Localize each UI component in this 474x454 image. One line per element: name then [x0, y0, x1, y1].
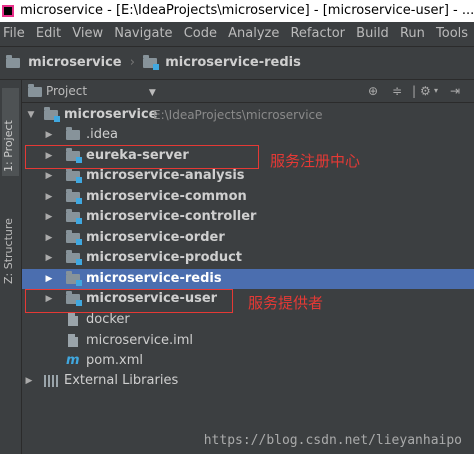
highlight-box-eureka: [25, 145, 259, 169]
maven-icon: m: [66, 353, 80, 368]
breadcrumb-label: microservice: [28, 55, 122, 70]
breadcrumb-microservice-redis[interactable]: microservice-redis: [143, 54, 301, 70]
module-folder-icon: [66, 230, 82, 245]
navigation-bar: microservice › microservice-redis: [0, 47, 474, 80]
panel-title: Project: [46, 84, 88, 98]
hide-panel-icon[interactable]: ⇥: [450, 80, 460, 102]
project-icon: [28, 83, 42, 97]
tree-item-label: microservice-common: [86, 189, 247, 204]
folder-icon: [6, 54, 20, 68]
tree-item-docker[interactable]: docker: [22, 310, 474, 330]
project-panel-header: Project ▼ ⊕ ≑ | ⚙ ▾ ⇥: [22, 80, 474, 103]
chevron-right-icon: ›: [129, 55, 135, 70]
tree-item-label: pom.xml: [86, 353, 143, 368]
collapsed-arrow-icon[interactable]: ▶: [44, 207, 54, 227]
watermark: https://blog.csdn.net/lieyanhaipo: [203, 433, 462, 448]
window-title: microservice - [E:\IdeaProjects\microser…: [20, 3, 474, 18]
tree-item-microservice-iml[interactable]: microservice.iml: [22, 331, 474, 351]
breadcrumb-microservice[interactable]: microservice: [6, 54, 126, 70]
project-tab-label: 1: Project: [2, 120, 15, 172]
module-folder-icon: [143, 54, 160, 70]
tree-item-microservice-redis[interactable]: ▶ microservice-redis: [22, 269, 474, 289]
collapsed-arrow-icon[interactable]: ▶: [44, 269, 54, 289]
menu-file[interactable]: File: [3, 26, 25, 41]
tree-item-external-libraries[interactable]: ▶ External Libraries: [22, 371, 474, 391]
menu-refactor[interactable]: Refactor: [290, 26, 345, 41]
module-folder-icon: [66, 250, 82, 265]
tree-item-label: microservice.iml: [86, 333, 194, 348]
tree-item-label: microservice-product: [86, 250, 242, 265]
menu-run[interactable]: Run: [400, 26, 425, 41]
gear-icon[interactable]: ⚙: [420, 80, 431, 102]
tree-item-microservice-controller[interactable]: ▶ microservice-controller: [22, 207, 474, 227]
tree-item-label: microservice-redis: [86, 271, 222, 286]
tree-item-pom-xml[interactable]: m pom.xml: [22, 351, 474, 371]
menu-analyze[interactable]: Analyze: [228, 26, 279, 41]
menu-edit[interactable]: Edit: [36, 26, 61, 41]
project-tool-tab[interactable]: 1: Project: [2, 88, 19, 176]
menu-build[interactable]: Build: [356, 26, 389, 41]
module-folder-icon: [66, 271, 82, 286]
menu-view[interactable]: View: [72, 26, 103, 41]
intellij-app-icon: [2, 4, 14, 17]
collapsed-arrow-icon[interactable]: ▶: [44, 187, 54, 207]
locate-icon[interactable]: ⊕: [368, 80, 378, 102]
tree-item-label: External Libraries: [64, 373, 179, 388]
annotation-service-provider: 服务提供者: [248, 294, 324, 312]
menu-navigate[interactable]: Navigate: [114, 26, 172, 41]
structure-tool-tab[interactable]: Z: Structure: [2, 190, 19, 288]
separator: |: [412, 84, 417, 98]
tree-item-label: .idea: [86, 127, 118, 142]
tree-root-path: E:\IdeaProjects\microservice: [153, 108, 323, 122]
tree-item-label: docker: [86, 312, 130, 327]
left-tool-strip: 1: Project Z: Structure: [0, 80, 22, 454]
tree-item-microservice-analysis[interactable]: ▶ microservice-analysis: [22, 166, 474, 186]
gear-dropdown-icon[interactable]: ▾: [434, 80, 438, 102]
tree-item-label: microservice-analysis: [86, 168, 245, 183]
file-icon: [68, 313, 78, 326]
expanded-arrow-icon[interactable]: ▼: [26, 105, 36, 125]
structure-tab-label: Z: Structure: [2, 218, 15, 284]
module-folder-icon: [66, 168, 82, 183]
tree-item-label: microservice-order: [86, 230, 225, 245]
project-view-selector[interactable]: Project ▼: [28, 80, 156, 104]
annotation-registry-center: 服务注册中心: [270, 152, 361, 170]
module-folder-icon: [44, 107, 60, 122]
collapsed-arrow-icon[interactable]: ▶: [24, 371, 34, 391]
menu-code[interactable]: Code: [184, 26, 217, 41]
module-folder-icon: [66, 209, 82, 224]
collapsed-arrow-icon[interactable]: ▶: [44, 166, 54, 186]
tree-item-microservice-common[interactable]: ▶ microservice-common: [22, 187, 474, 207]
dropdown-arrow-icon: ▼: [148, 88, 156, 98]
collapsed-arrow-icon[interactable]: ▶: [44, 125, 54, 145]
menu-bar: File Edit View Navigate Code Analyze Ref…: [0, 22, 474, 47]
module-file-icon: [68, 334, 78, 347]
tree-item-microservice-order[interactable]: ▶ microservice-order: [22, 228, 474, 248]
highlight-box-user: [25, 289, 233, 313]
module-folder-icon: [66, 189, 82, 204]
tree-item-idea[interactable]: ▶ .idea: [22, 125, 474, 145]
window-title-bar: microservice - [E:\IdeaProjects\microser…: [0, 0, 474, 22]
tree-root-microservice[interactable]: ▼ microservice E:\IdeaProjects\microserv…: [22, 105, 474, 125]
folder-icon: [66, 127, 80, 140]
breadcrumb-label: microservice-redis: [165, 55, 301, 70]
menu-tools[interactable]: Tools: [436, 26, 468, 41]
tree-item-label: microservice-controller: [86, 209, 257, 224]
tree-item-label: microservice: [64, 107, 158, 122]
collapse-all-icon[interactable]: ≑: [392, 80, 402, 102]
tree-item-microservice-product[interactable]: ▶ microservice-product: [22, 248, 474, 268]
library-icon: [44, 375, 58, 387]
collapsed-arrow-icon[interactable]: ▶: [44, 228, 54, 248]
collapsed-arrow-icon[interactable]: ▶: [44, 248, 54, 268]
